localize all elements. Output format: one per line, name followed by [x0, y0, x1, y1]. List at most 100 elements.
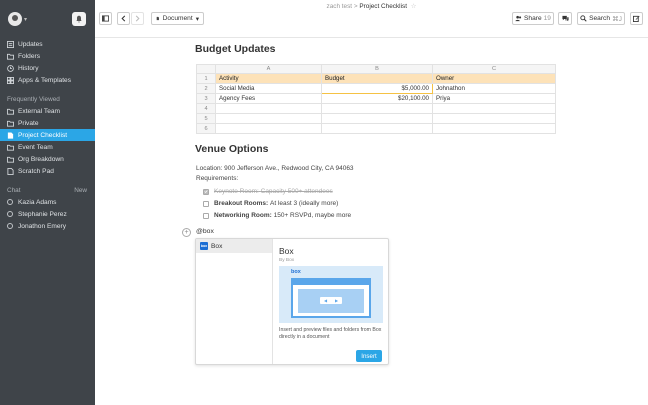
table-row: 3 Agency Fees $20,100.00 Priya: [196, 93, 556, 104]
cell[interactable]: Activity: [215, 73, 322, 84]
mention-input-text[interactable]: @box: [196, 228, 214, 235]
compose-button[interactable]: [630, 12, 643, 25]
sidebar-item-label: Org Breakdown: [18, 155, 64, 163]
sidebar-item-external-team[interactable]: External Team: [0, 105, 95, 117]
checklist-item-detail[interactable]: 150+ RSVPd, maybe more: [274, 212, 352, 219]
row-number[interactable]: 4: [196, 103, 216, 114]
share-count: 19: [543, 15, 551, 22]
checklist-item-title[interactable]: Breakout Rooms:: [214, 200, 268, 207]
chat-item-kazia-adams[interactable]: Kazia Adams: [0, 196, 95, 208]
row-number[interactable]: 3: [196, 93, 216, 104]
checkbox[interactable]: [203, 212, 209, 219]
spreadsheet-corner[interactable]: [196, 64, 216, 74]
column-header[interactable]: C: [432, 64, 556, 74]
sidebar: ▾ Updates Folders History Apps & Templat…: [0, 0, 95, 405]
checklist-item-detail[interactable]: Capacity 500+ attendees: [261, 188, 333, 195]
new-chat-button[interactable]: New: [74, 187, 87, 194]
sidebar-item-updates[interactable]: Updates: [0, 38, 95, 50]
checklist-item-title[interactable]: Networking Room:: [214, 212, 272, 219]
location-text[interactable]: Location: 900 Jefferson Ave., Redwood Ci…: [196, 165, 354, 172]
sidebar-item-label: Updates: [18, 40, 43, 48]
cell[interactable]: [432, 103, 556, 114]
cell[interactable]: [432, 123, 556, 134]
avatar[interactable]: [8, 12, 22, 26]
checklist-item: Breakout Rooms: At least 3 (ideally more…: [203, 200, 338, 207]
row-number[interactable]: 6: [196, 123, 216, 134]
cell[interactable]: [321, 103, 433, 114]
row-number[interactable]: 5: [196, 113, 216, 124]
heading-venue-options[interactable]: Venue Options: [195, 143, 269, 155]
checklist-item-detail[interactable]: At least 3 (ideally more): [270, 200, 338, 207]
folder-icon: [7, 156, 14, 163]
sidebar-item-org-breakdown[interactable]: Org Breakdown: [0, 153, 95, 165]
checkmark-icon: [204, 190, 208, 193]
toggle-sidebar-button[interactable]: [99, 12, 112, 25]
star-icon[interactable]: ☆: [411, 3, 417, 10]
sidebar-item-project-checklist[interactable]: Project Checklist: [0, 129, 95, 141]
updates-icon: [7, 40, 14, 48]
sidebar-item-private[interactable]: Private: [0, 117, 95, 129]
sidebar-item-event-team[interactable]: Event Team: [0, 141, 95, 153]
checklist-item: Keynote Room: Capacity 500+ attendees: [203, 188, 333, 195]
folder-icon: [7, 144, 14, 151]
cell[interactable]: Owner: [432, 73, 556, 84]
chat-item-label: Kazia Adams: [18, 198, 57, 206]
popup-option-label: Box: [211, 242, 223, 250]
cell[interactable]: [321, 123, 433, 134]
sidebar-item-folders[interactable]: Folders: [0, 50, 95, 62]
popup-option-box[interactable]: box Box: [196, 239, 272, 253]
sidebar-item-apps[interactable]: Apps & Templates: [0, 74, 95, 86]
row-number[interactable]: 2: [196, 83, 216, 94]
document-icon: [7, 131, 14, 139]
column-header[interactable]: A: [215, 64, 322, 74]
chevron-down-icon[interactable]: ▾: [24, 16, 27, 23]
sidebar-item-scratch-pad[interactable]: Scratch Pad: [0, 165, 95, 177]
folder-icon: [7, 53, 14, 60]
sidebar-item-label: Scratch Pad: [18, 167, 54, 175]
sidebar-item-history[interactable]: History: [0, 62, 95, 74]
insert-plus-icon[interactable]: +: [182, 228, 191, 237]
forward-button[interactable]: [131, 12, 144, 25]
notifications-button[interactable]: [72, 12, 86, 26]
box-preview-image: box ◀ ▶: [279, 266, 383, 323]
cell[interactable]: Social Media: [215, 83, 322, 94]
table-row: 5: [196, 113, 556, 124]
chat-item-jonathon-emery[interactable]: Jonathon Emery: [0, 220, 95, 232]
cell[interactable]: [215, 103, 322, 114]
share-button[interactable]: Share 19: [512, 12, 554, 25]
requirements-text[interactable]: Requirements:: [196, 175, 238, 182]
column-header[interactable]: B: [321, 64, 433, 74]
heading-budget-updates[interactable]: Budget Updates: [195, 43, 276, 55]
chat-button[interactable]: [558, 12, 572, 25]
cell[interactable]: [432, 113, 556, 124]
checklist-item-title[interactable]: Keynote Room:: [214, 188, 259, 195]
chat-header: Chat New: [7, 187, 87, 194]
checkbox[interactable]: [203, 200, 209, 207]
cell[interactable]: Priya: [432, 93, 556, 104]
top-bar: zach test > Project Checklist ☆ Document…: [95, 0, 648, 38]
breadcrumb-parent[interactable]: zach test: [327, 3, 353, 10]
row-number[interactable]: 1: [196, 73, 216, 84]
sidebar-item-label: History: [18, 64, 39, 72]
search-shortcut: ⌘J: [612, 15, 622, 23]
cell[interactable]: [215, 113, 322, 124]
checkbox[interactable]: [203, 188, 209, 195]
cell[interactable]: [321, 113, 433, 124]
cell[interactable]: Agency Fees: [215, 93, 322, 104]
checklist-item: Networking Room: 150+ RSVPd, maybe more: [203, 212, 351, 219]
cell[interactable]: [215, 123, 322, 134]
cell[interactable]: $20,100.00: [321, 93, 433, 104]
cell[interactable]: Johnathon: [432, 83, 556, 94]
cell-selected[interactable]: $5,000.00: [321, 83, 433, 94]
popup-detail: Box By Box box ◀ ▶ Insert and preview fil…: [274, 239, 388, 364]
cell[interactable]: Budget: [321, 73, 433, 84]
back-button[interactable]: [117, 12, 130, 25]
document-menu-button[interactable]: Document ▾: [151, 12, 204, 25]
search-button[interactable]: Search ⌘J: [577, 12, 625, 25]
insert-button[interactable]: Insert: [356, 350, 382, 362]
sidebar-header: ▾: [0, 0, 95, 38]
table-row: 2 Social Media $5,000.00 Johnathon: [196, 83, 556, 94]
chevron-right-icon: [135, 15, 140, 22]
chat-item-stephanie-perez[interactable]: Stephanie Perez: [0, 208, 95, 220]
document-icon: [156, 16, 159, 21]
